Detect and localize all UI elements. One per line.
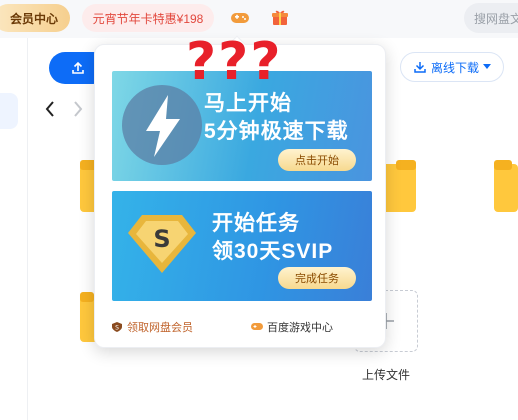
chevron-down-icon [483, 64, 491, 69]
question-marks-annotation: ??? [186, 32, 283, 92]
game-center-label: 百度游戏中心 [267, 322, 333, 334]
card2-line1: 开始任务 [212, 212, 300, 235]
card1-line2-text: 极速下载 [260, 120, 349, 143]
claim-vip-label: 领取网盘会员 [127, 322, 193, 334]
vip-shield-icon: S [112, 322, 122, 332]
download-icon [414, 62, 426, 73]
svg-text:S: S [115, 325, 119, 332]
gift-icon[interactable] [269, 7, 291, 29]
folder-icon[interactable] [382, 160, 416, 217]
sidebar-active-item[interactable] [0, 93, 18, 129]
upload-icon [72, 61, 84, 74]
game-controller-icon[interactable] [229, 7, 251, 29]
card1-line2-num: 5分钟 [204, 120, 261, 143]
upload-file-label: 上传文件 [361, 368, 410, 382]
svip-task-card[interactable]: S 开始任务 领30天SVIP 完成任务 [112, 191, 372, 301]
forward-arrow-icon[interactable] [68, 98, 88, 120]
card1-line2: 5分钟极速下载 [204, 115, 349, 145]
game-center-link[interactable]: 百度游戏中心 [251, 319, 333, 335]
card2-line2-num: 30天 [234, 240, 282, 263]
app-root: 会员中心 元宵节年卡特惠¥198 搜网盘文 离线下载 上传文件 马上开始 5分钟… [0, 0, 518, 420]
folder-icon[interactable] [494, 160, 518, 217]
offline-download-label: 离线下载 [430, 60, 479, 75]
start-button[interactable]: 点击开始 [278, 149, 356, 171]
search-input[interactable]: 搜网盘文 [464, 3, 518, 33]
card2-line2-prefix: 领 [212, 240, 234, 263]
card2-line2-suffix: SVIP [281, 240, 334, 263]
lightning-icon [122, 85, 202, 165]
card2-line2: 领30天SVIP [212, 235, 333, 265]
svg-text:S: S [153, 225, 170, 253]
offline-download-button[interactable]: 离线下载 [400, 52, 504, 82]
back-arrow-icon[interactable] [40, 98, 60, 120]
vip-center-button[interactable]: 会员中心 [0, 4, 70, 32]
claim-vip-link[interactable]: S 领取网盘会员 [111, 319, 193, 335]
promo-badge[interactable]: 元宵节年卡特惠¥198 [82, 4, 214, 32]
complete-task-button[interactable]: 完成任务 [278, 267, 356, 289]
svip-badge-icon: S [128, 215, 196, 273]
game-controller-icon [251, 323, 263, 330]
sidebar [0, 38, 28, 420]
